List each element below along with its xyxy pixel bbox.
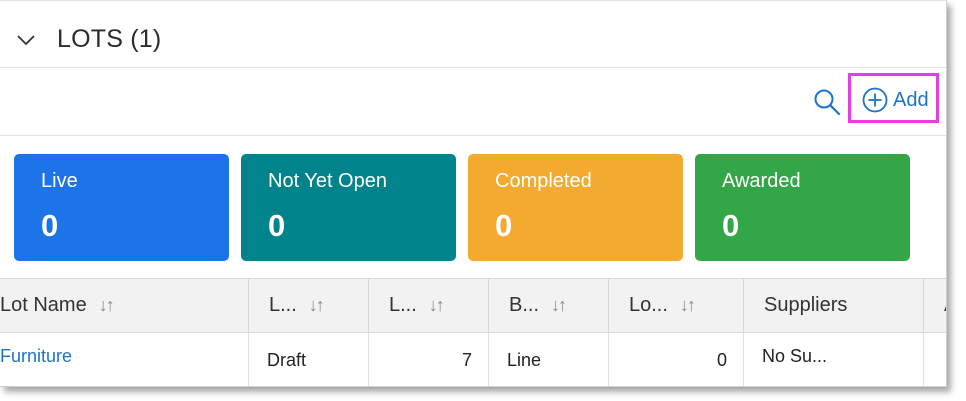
lots-table: Lot Name ↓↑ L... ↓↑ L... ↓↑ B... ↓↑ Lo..… (0, 278, 946, 386)
cell-lot-name: Furniture (0, 332, 249, 386)
cell-lo: 0 (609, 332, 744, 386)
table-header: Lot Name ↓↑ L... ↓↑ L... ↓↑ B... ↓↑ Lo..… (0, 278, 946, 333)
status-cards: Live 0 Not Yet Open 0 Completed 0 Awarde… (0, 135, 946, 278)
card-completed-count: 0 (495, 208, 513, 243)
add-circle-icon (862, 87, 888, 113)
cell-a (924, 332, 946, 386)
column-header-l2[interactable]: L... ↓↑ (369, 279, 489, 332)
column-header-l1[interactable]: L... ↓↑ (249, 279, 369, 332)
search-icon[interactable] (812, 87, 842, 117)
column-header-label: Suppliers (764, 294, 848, 316)
column-header-b[interactable]: B... ↓↑ (489, 279, 609, 332)
card-completed-label: Completed (495, 170, 592, 192)
column-header-suppliers[interactable]: Suppliers (744, 279, 924, 332)
column-header-label: Lot Name (0, 294, 87, 316)
card-live[interactable]: Live 0 (14, 154, 229, 261)
sort-icon[interactable]: ↓↑ (551, 295, 567, 316)
card-not-yet-open[interactable]: Not Yet Open 0 (241, 154, 456, 261)
column-header-label: A (944, 294, 946, 317)
add-button[interactable]: Add (862, 86, 929, 114)
column-header-label: B... (509, 294, 540, 316)
divider (0, 0, 946, 1)
lots-panel: LOTS (1) Add Live 0 Not Yet Open 0 Compl… (0, 0, 947, 387)
card-not-yet-open-count: 0 (268, 208, 286, 243)
cell-bid-type: Line (489, 332, 609, 386)
lot-name-link[interactable]: Furniture (0, 346, 72, 366)
column-header-label: L... (389, 294, 417, 316)
sort-icon[interactable]: ↓↑ (429, 295, 445, 316)
sort-icon[interactable]: ↓↑ (99, 295, 115, 316)
column-header-a[interactable]: A (924, 279, 946, 332)
chevron-down-icon[interactable] (16, 33, 36, 47)
cell-count: 7 (369, 332, 489, 386)
card-live-count: 0 (41, 208, 59, 243)
sort-icon[interactable]: ↓↑ (680, 295, 696, 316)
card-awarded[interactable]: Awarded 0 (695, 154, 910, 261)
card-awarded-count: 0 (722, 208, 740, 243)
column-header-lo[interactable]: Lo... ↓↑ (609, 279, 744, 332)
section-header[interactable]: LOTS (1) (0, 4, 946, 68)
column-header-lot-name[interactable]: Lot Name ↓↑ (0, 279, 249, 332)
cell-status: Draft (249, 332, 369, 386)
add-button-label: Add (893, 88, 929, 111)
section-title: LOTS (1) (57, 25, 162, 53)
card-completed[interactable]: Completed 0 (468, 154, 683, 261)
cell-suppliers: No Su... (744, 332, 924, 386)
card-awarded-label: Awarded (722, 170, 801, 192)
card-not-yet-open-label: Not Yet Open (268, 170, 387, 192)
column-header-label: L... (269, 294, 297, 316)
table-row: Furniture Draft 7 Line 0 No Su... (0, 332, 946, 386)
card-live-label: Live (41, 170, 78, 192)
column-header-label: Lo... (629, 294, 668, 316)
sort-icon[interactable]: ↓↑ (309, 295, 325, 316)
toolbar: Add (0, 68, 946, 136)
